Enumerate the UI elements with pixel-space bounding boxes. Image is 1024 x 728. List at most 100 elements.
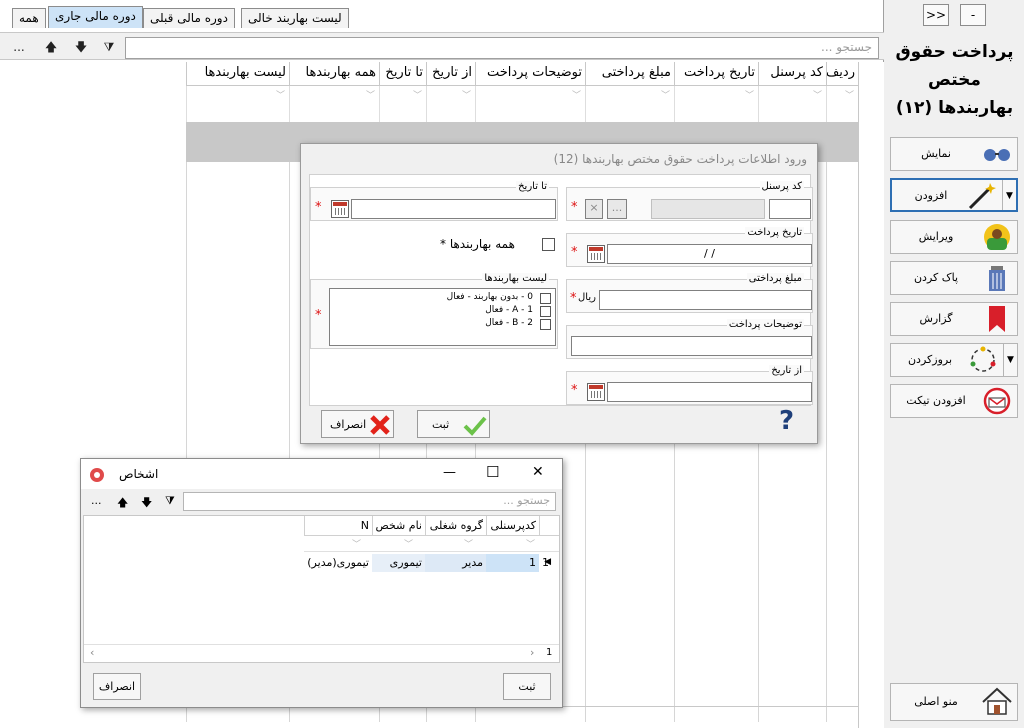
from-date-input[interactable]	[607, 382, 812, 402]
tab-current-fiscal-period[interactable]: دوره مالی جاری	[48, 6, 143, 28]
cell-person-name[interactable]: تیموری	[372, 554, 425, 572]
action-panel: >> - پرداخت حقوق مختص بهاربندها (۱۲) نما…	[885, 0, 1024, 728]
cancel-button[interactable]: انصراف	[321, 410, 394, 438]
persons-footer: ‹ › 1	[84, 644, 559, 662]
add-button[interactable]: افزودن ▼	[890, 178, 1018, 212]
add-dropdown-arrow[interactable]: ▼	[1002, 180, 1016, 210]
edit-button[interactable]: ویرایش	[890, 220, 1018, 254]
filter-cell[interactable]: ﹀	[289, 86, 379, 122]
add-ticket-button[interactable]: افزودن تیکت	[890, 384, 1018, 418]
filter-cell[interactable]: ﹀	[758, 86, 826, 122]
to-date-input[interactable]	[351, 199, 556, 219]
more-icon[interactable]: ...	[91, 494, 102, 507]
personnel-code-group: کد پرسنل ... × *	[566, 181, 813, 221]
help-icon[interactable]: ?	[779, 406, 794, 436]
close-icon[interactable]: ✕	[532, 464, 544, 480]
refresh-button[interactable]: بروزکردن ▼	[890, 343, 1018, 377]
filter-icon[interactable]: ⧩	[98, 37, 120, 57]
personnel-code-input[interactable]	[769, 199, 811, 219]
col-payment-date[interactable]: تاریخ پرداخت	[674, 62, 758, 86]
refresh-cycle-icon	[970, 346, 996, 372]
grid-line	[826, 162, 827, 722]
more-icon[interactable]: ...	[8, 37, 30, 57]
report-button[interactable]: گزارش	[890, 302, 1018, 336]
chevron-down-icon: ﹀	[526, 540, 536, 550]
col-n[interactable]: N	[304, 516, 372, 536]
filter-cell[interactable]: ﹀	[826, 86, 858, 122]
clear-icon[interactable]: ×	[585, 199, 603, 219]
col-payment-description[interactable]: توضیحات پرداخت	[475, 62, 585, 86]
bookmark-icon	[989, 306, 1005, 332]
sort-up-icon[interactable]: 🡅	[40, 37, 62, 57]
barn-checkbox[interactable]	[540, 319, 551, 330]
col-personnel-code[interactable]: کدپرسنلی	[486, 516, 539, 536]
cell-job-group[interactable]: مدیر	[425, 554, 486, 572]
refresh-dropdown-arrow[interactable]: ▼	[1003, 344, 1017, 376]
list-item[interactable]: B - 2 - فعال	[351, 318, 551, 331]
payment-amount-input[interactable]	[599, 290, 812, 310]
col-job-group[interactable]: گروه شغلی	[425, 516, 486, 536]
filter-cell[interactable]: ﹀	[186, 86, 289, 122]
save-button[interactable]: ثبت	[417, 410, 490, 438]
table-row[interactable]: 1 ◀ 1 مدیر تیموری تیموری(مدیر)	[304, 553, 559, 573]
payment-date-input[interactable]: / /	[607, 244, 812, 264]
filter-cell[interactable]: ﹀	[674, 86, 758, 122]
col-all-barns[interactable]: همه بهاربندها	[289, 62, 379, 86]
sort-down-icon[interactable]: 🡇	[141, 494, 152, 513]
all-barns-checkbox[interactable]	[542, 238, 555, 251]
magic-wand-icon	[968, 183, 996, 210]
row-pointer-icon: ◀	[544, 557, 551, 567]
chevron-down-icon: ﹀	[660, 91, 670, 101]
filter-cell[interactable]: ﹀	[475, 86, 585, 122]
save-label: ثبت	[432, 418, 450, 431]
minimize-icon[interactable]: —	[443, 465, 456, 480]
barn-checkbox[interactable]	[540, 293, 551, 304]
col-to-date[interactable]: تا تاریخ	[379, 62, 426, 86]
tab-all[interactable]: همه	[12, 8, 46, 28]
scroll-right-icon[interactable]: ›	[530, 646, 534, 659]
maximize-icon[interactable]: ☐	[486, 463, 499, 481]
calendar-icon[interactable]	[587, 245, 605, 263]
calendar-icon[interactable]	[587, 383, 605, 401]
barn-checkbox[interactable]	[540, 306, 551, 317]
main-menu-button[interactable]: منو اصلی	[890, 683, 1018, 721]
chevron-down-icon: ﹀	[365, 91, 375, 101]
sort-up-icon[interactable]: 🡅	[117, 494, 128, 513]
filter-cell[interactable]: ﹀	[426, 86, 475, 122]
grid-search-input[interactable]: جستجو ...	[125, 37, 879, 59]
tab-empty-barn-list[interactable]: لیست بهاربند خالی	[241, 8, 349, 28]
payment-date-group: تاریخ پرداخت / / *	[566, 227, 813, 267]
persons-search-input[interactable]: جستجو ...	[183, 492, 556, 511]
delete-button[interactable]: پاک کردن	[890, 261, 1018, 295]
tab-previous-fiscal-period[interactable]: دوره مالی قبلی	[143, 8, 235, 28]
collapse-panel-button[interactable]: >>	[923, 4, 949, 26]
filter-cell[interactable]: ﹀	[585, 86, 674, 122]
col-person-name[interactable]: نام شخص	[372, 516, 425, 536]
col-row-number[interactable]: ردیف	[826, 62, 858, 86]
filter-cell[interactable]: ﹀	[379, 86, 426, 122]
list-item[interactable]: 0 - بدون بهاربند - فعال	[351, 292, 551, 305]
col-payment-amount[interactable]: مبلغ پرداختی	[585, 62, 674, 86]
persons-cancel-button[interactable]: انصراف	[93, 673, 141, 700]
minimize-panel-button[interactable]: -	[960, 4, 986, 26]
delete-label: پاک کردن	[913, 271, 959, 284]
col-personnel-code[interactable]: کد پرسنل	[758, 62, 826, 86]
required-mark: *	[571, 245, 578, 260]
show-button[interactable]: نمایش	[890, 137, 1018, 171]
persons-save-button[interactable]: ثبت	[503, 673, 551, 700]
sort-down-icon[interactable]: 🡇	[70, 37, 92, 57]
barn-list[interactable]: 0 - بدون بهاربند - فعال A - 1 - فعال B -…	[329, 288, 556, 346]
cell-personnel-code[interactable]: 1	[486, 554, 539, 572]
lookup-button[interactable]: ...	[607, 199, 627, 219]
payment-description-input[interactable]	[571, 336, 812, 356]
calendar-icon[interactable]	[331, 200, 349, 218]
cell-n[interactable]: تیموری(مدیر)	[304, 554, 372, 572]
refresh-label: بروزکردن	[907, 353, 953, 366]
col-barn-list[interactable]: لیست بهاربندها	[186, 62, 289, 86]
scroll-left-icon[interactable]: ‹	[90, 646, 94, 659]
chevron-down-icon: ﹀	[404, 540, 414, 550]
col-from-date[interactable]: از تاریخ	[426, 62, 475, 86]
filter-icon[interactable]: ⧩	[165, 494, 175, 508]
chevron-down-icon: ﹀	[571, 91, 581, 101]
list-item[interactable]: A - 1 - فعال	[351, 305, 551, 318]
